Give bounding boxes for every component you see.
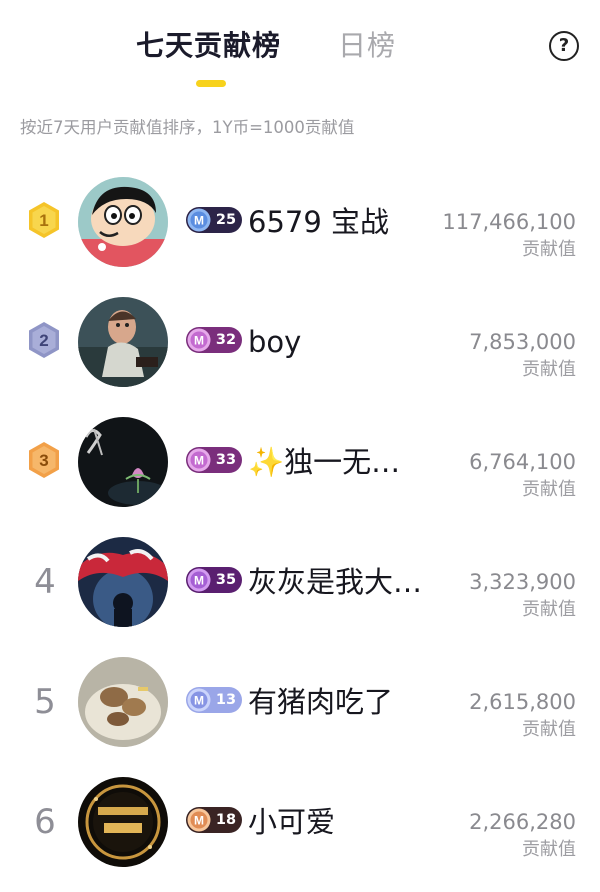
level-badge: M 18 [186, 807, 242, 833]
level-badge: M 32 [186, 327, 242, 353]
m-level-icon: M [187, 568, 211, 592]
username[interactable]: 6579 宝战 [248, 202, 389, 242]
m-level-icon: M [187, 328, 211, 352]
ranking-row[interactable]: 5 M 13 有猪肉吃了 2,615,800 贡献值 [0, 642, 600, 762]
avatar[interactable] [78, 297, 168, 387]
level-badge: M 25 [186, 207, 242, 233]
tab-bar: 七天贡献榜 日榜 ? [0, 0, 600, 100]
level-number: 33 [215, 452, 237, 468]
contribution-unit: 贡献值 [522, 599, 576, 620]
contribution-score: 6,764,100 [469, 450, 576, 474]
m-level-icon: M [187, 208, 211, 232]
ranking-row[interactable]: 1 M 25 6579 宝战 117,466,100 贡献值 [0, 162, 600, 282]
svg-text:M: M [194, 694, 204, 708]
svg-text:M: M [194, 214, 204, 228]
rank-gold-badge-icon: 1 [29, 202, 59, 238]
avatar[interactable] [78, 177, 168, 267]
m-level-icon: M [187, 448, 211, 472]
avatar[interactable] [78, 417, 168, 507]
rank-number: 6 [34, 802, 56, 842]
level-badge: M 35 [186, 567, 242, 593]
ranking-row[interactable]: 6 M 18 小可爱 2,266,280 贡献值 [0, 762, 600, 882]
contribution-score: 7,853,000 [469, 330, 576, 354]
rank-number: 2 [39, 331, 48, 350]
level-badge: M 33 [186, 447, 242, 473]
m-level-icon: M [187, 808, 211, 832]
contribution-score: 2,266,280 [469, 810, 576, 834]
active-tab-indicator [196, 80, 226, 87]
contribution-unit: 贡献值 [522, 479, 576, 500]
tab-seven-day-ranking[interactable]: 七天贡献榜 [136, 26, 281, 66]
level-badge: M 13 [186, 687, 242, 713]
contribution-unit: 贡献值 [522, 839, 576, 860]
ranking-description: 按近7天用户贡献值排序，1Y币=1000贡献值 [20, 118, 355, 137]
rank-bronze-badge-icon: 3 [29, 442, 59, 478]
username[interactable]: 有猪肉吃了 [248, 682, 393, 722]
question-circle-icon[interactable]: ? [549, 31, 579, 61]
rank-number: 4 [34, 562, 56, 602]
ranking-row[interactable]: 4 M 35 灰灰是我大… 3,323,900 贡献值 [0, 522, 600, 642]
m-level-icon: M [187, 688, 211, 712]
level-number: 13 [215, 692, 237, 708]
contribution-score: 117,466,100 [442, 210, 576, 234]
username[interactable]: boy [248, 322, 301, 362]
level-number: 25 [215, 212, 237, 228]
avatar[interactable] [78, 657, 168, 747]
level-number: 35 [215, 572, 237, 588]
svg-text:M: M [194, 814, 204, 828]
rank-number: 3 [39, 451, 48, 470]
svg-text:M: M [194, 574, 204, 588]
contribution-score: 3,323,900 [469, 570, 576, 594]
level-number: 32 [215, 332, 237, 348]
rank-silver-badge-icon: 2 [29, 322, 59, 358]
rank-number: 1 [39, 211, 48, 230]
username[interactable]: 小可爱 [248, 802, 335, 842]
tab-daily-ranking[interactable]: 日榜 [338, 26, 396, 66]
svg-text:M: M [194, 454, 204, 468]
ranking-row[interactable]: 2 M 32 boy 7,853,000 贡献值 [0, 282, 600, 402]
contribution-score: 2,615,800 [469, 690, 576, 714]
contribution-unit: 贡献值 [522, 359, 576, 380]
contribution-unit: 贡献值 [522, 239, 576, 260]
svg-text:M: M [194, 334, 204, 348]
level-number: 18 [215, 812, 237, 828]
rank-number: 5 [34, 682, 56, 722]
contribution-unit: 贡献值 [522, 719, 576, 740]
ranking-row[interactable]: 3 M 33 ✨独一无… 6,764,100 贡献值 [0, 402, 600, 522]
avatar[interactable] [78, 537, 168, 627]
avatar[interactable] [78, 777, 168, 867]
